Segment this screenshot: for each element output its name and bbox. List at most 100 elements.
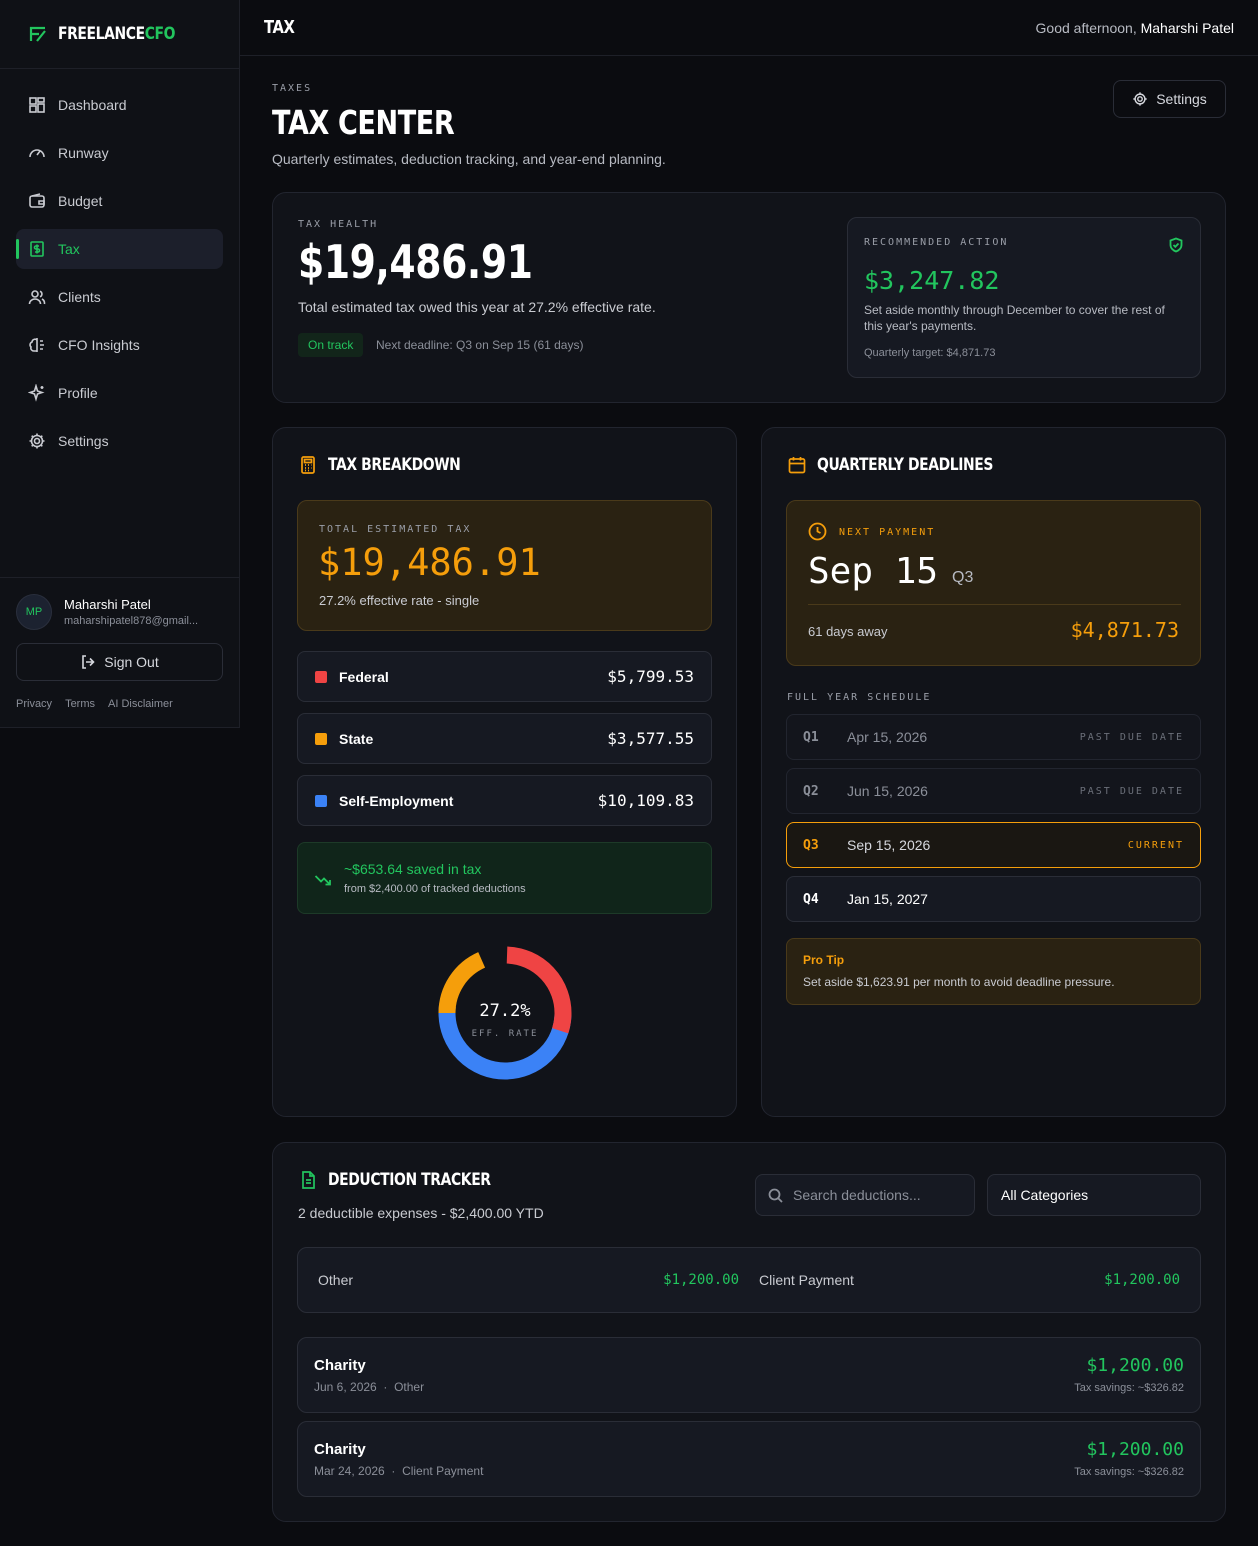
sidebar-item-tax[interactable]: Tax (16, 229, 223, 269)
settings-button[interactable]: Settings (1113, 80, 1226, 118)
dashboard-icon (29, 97, 45, 113)
quarter-name: Q1 (803, 729, 819, 745)
donut-center-label: EFF. RATE (472, 1029, 539, 1039)
next-payment-amount: $4,871.73 (1070, 618, 1179, 642)
summary-value: $1,200.00 (663, 1272, 739, 1288)
tax-row-federal: Federal $5,799.53 (297, 651, 712, 702)
gauge-icon (29, 149, 45, 158)
effective-rate-donut: 27.2% EFF. RATE (438, 946, 572, 1080)
sidebar-item-dashboard[interactable]: Dashboard (16, 85, 223, 125)
search-input[interactable] (793, 1187, 963, 1203)
tax-breakdown-title: TAX BREAKDOWN (328, 455, 461, 475)
sidebar-item-runway[interactable]: Runway (16, 133, 223, 173)
tax-health-eyebrow: TAX HEALTH (298, 219, 379, 230)
quarter-status: PAST DUE DATE (1079, 731, 1184, 743)
next-payment-date: Sep 15 (808, 551, 939, 592)
sidebar-item-clients[interactable]: Clients (16, 277, 223, 317)
dollar-receipt-icon (30, 241, 44, 257)
page-eyebrow: TAXES (272, 83, 313, 94)
next-payment-quarter: Q3 (952, 569, 974, 586)
tax-breakdown-header: TAX BREAKDOWN (298, 455, 490, 475)
quarter-row-q1[interactable]: Q1 Apr 15, 2026 PAST DUE DATE (786, 714, 1201, 760)
page-subtitle: Quarterly estimates, deduction tracking,… (272, 151, 666, 167)
donut-center-value: 27.2% (479, 1001, 530, 1021)
quarter-row-q3[interactable]: Q3 Sep 15, 2026 CURRENT (786, 822, 1201, 868)
sidebar-item-label: Clients (58, 289, 101, 305)
page-title: TAX CENTER (272, 103, 455, 142)
category-summary: Other $1,200.00 Client Payment $1,200.00 (297, 1247, 1201, 1313)
savings-title: ~$653.64 saved in tax (344, 861, 482, 877)
expense-name: Charity (314, 1357, 366, 1374)
avatar: MP (16, 594, 52, 630)
quarter-name: Q2 (803, 783, 819, 799)
search-field[interactable] (755, 1174, 975, 1216)
sign-out-label: Sign Out (104, 654, 159, 670)
legal-links: Privacy Terms AI Disclaimer (16, 698, 223, 710)
days-away: 61 days away (808, 624, 888, 639)
quarter-row-q4[interactable]: Q4 Jan 15, 2027 (786, 876, 1201, 922)
pro-tip-text: Set aside $1,623.91 per month to avoid d… (803, 975, 1115, 989)
deductions-title: DEDUCTION TRACKER (328, 1170, 491, 1190)
sidebar-item-budget[interactable]: Budget (16, 181, 223, 221)
privacy-link[interactable]: Privacy (16, 698, 52, 710)
total-amount: $19,486.91 (318, 541, 541, 584)
trending-down-icon (314, 875, 331, 886)
tax-row-label: Self-Employment (339, 792, 454, 809)
topbar: TAX Good afternoon, Maharshi Patel (240, 0, 1258, 56)
sign-out-button[interactable]: Sign Out (16, 643, 223, 681)
federal-swatch (315, 670, 327, 683)
deadlines-header: QUARTERLY DEADLINES (787, 455, 1032, 475)
brain-icon (29, 338, 44, 352)
ai-disclaimer-link[interactable]: AI Disclaimer (108, 698, 173, 710)
total-eyebrow: TOTAL ESTIMATED TAX (319, 524, 472, 535)
sidebar-item-label: CFO Insights (58, 337, 140, 353)
user-profile[interactable]: MP Maharshi Patel maharshipatel878@gmail… (16, 594, 223, 630)
user-name: Maharshi Patel (64, 597, 151, 612)
quarterly-target: Quarterly target: $4,871.73 (864, 347, 996, 359)
greeting-user: Maharshi Patel (1140, 19, 1234, 36)
terms-link[interactable]: Terms (65, 698, 95, 710)
brand-name: FREELANCECFO (58, 24, 176, 44)
next-deadline-text: Next deadline: Q3 on Sep 15 (61 days) (376, 338, 584, 352)
quarter-name: Q3 (803, 837, 819, 853)
gear-icon (1133, 92, 1147, 106)
sidebar-nav: Dashboard Runway Budget Tax Clients CFO … (0, 69, 239, 461)
deduction-tracker-card: DEDUCTION TRACKER 2 deductible expenses … (272, 1142, 1226, 1522)
clock-icon (808, 522, 827, 541)
sidebar-item-settings[interactable]: Settings (16, 421, 223, 461)
shield-check-icon (1169, 237, 1183, 253)
tax-row-label: State (339, 730, 374, 747)
quarter-date: Sep 15, 2026 (847, 837, 931, 853)
next-payment: NEXT PAYMENT Sep 15 Q3 61 days away $4,8… (786, 500, 1201, 666)
next-payment-label: NEXT PAYMENT (839, 527, 936, 538)
summary-cell-other: Other $1,200.00 (318, 1248, 739, 1312)
recommended-eyebrow: RECOMMENDED ACTION (864, 237, 1009, 248)
list-item[interactable]: Charity Jun 6, 2026 · Other $1,200.00 Ta… (297, 1337, 1201, 1413)
self-employment-swatch (315, 794, 327, 807)
brand-logo[interactable]: FREELANCECFO (0, 0, 239, 69)
sparkles-icon (28, 384, 45, 402)
deadlines-title: QUARTERLY DEADLINES (817, 455, 994, 475)
tax-row-value: $5,799.53 (607, 667, 694, 686)
sidebar-item-profile[interactable]: Profile (16, 373, 223, 413)
sidebar-item-label: Budget (58, 193, 103, 209)
expense-tax-savings: Tax savings: ~$326.82 (1074, 1382, 1184, 1394)
state-swatch (315, 732, 327, 745)
quarter-status: PAST DUE DATE (1079, 785, 1184, 797)
quarter-row-q2[interactable]: Q2 Jun 15, 2026 PAST DUE DATE (786, 768, 1201, 814)
summary-label: Client Payment (759, 1272, 854, 1288)
quarter-date: Jan 15, 2027 (847, 891, 928, 907)
freelancecfo-logo-icon (29, 26, 46, 42)
sidebar-item-label: Runway (58, 145, 109, 161)
greeting: Good afternoon, Maharshi Patel (1035, 19, 1234, 36)
user-email: maharshipatel878@gmail... (64, 615, 199, 627)
recommended-description: Set aside monthly through December to co… (864, 303, 1165, 333)
category-select[interactable]: All Categories (987, 1174, 1201, 1216)
wallet-icon (29, 193, 45, 208)
expense-meta: Jun 6, 2026 · Other (314, 1380, 425, 1394)
sidebar-item-cfo-insights[interactable]: CFO Insights (16, 325, 223, 365)
expense-meta: Mar 24, 2026 · Client Payment (314, 1464, 484, 1478)
users-icon (28, 290, 46, 305)
list-item[interactable]: Charity Mar 24, 2026 · Client Payment $1… (297, 1421, 1201, 1497)
sidebar-item-label: Settings (58, 433, 109, 449)
